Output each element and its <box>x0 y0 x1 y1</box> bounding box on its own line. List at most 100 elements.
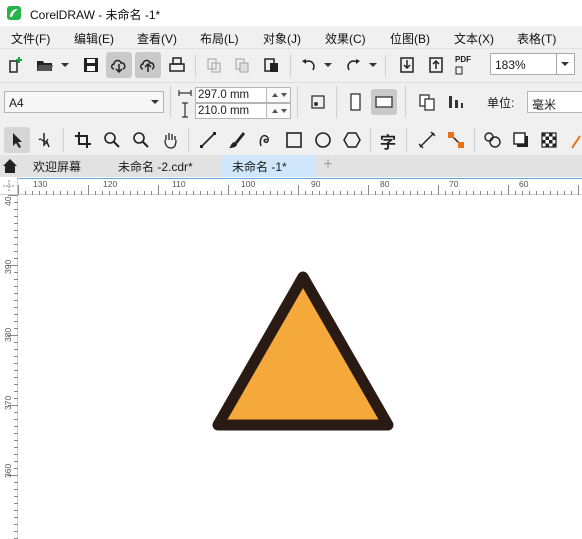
parallel-dimension-icon[interactable] <box>414 127 440 153</box>
ruler-label: 40 <box>3 196 13 206</box>
pdf-label: PDF <box>455 55 471 64</box>
coreldraw-logo-icon <box>7 6 21 20</box>
height-spinner[interactable] <box>267 103 291 119</box>
zoom-tool-alt-icon[interactable] <box>128 127 154 153</box>
all-pages-icon[interactable] <box>414 89 440 115</box>
menu-file[interactable]: 文件(F) <box>11 30 50 47</box>
ruler-accent-line <box>0 178 582 179</box>
current-page-icon[interactable] <box>443 89 469 115</box>
document-tab-bar: 欢迎屏幕 未命名 -2.cdr* 未命名 -1* + <box>0 155 582 178</box>
toolbar-divider <box>195 55 196 77</box>
toolbox-divider <box>474 128 475 152</box>
zoom-tool-icon[interactable] <box>99 127 125 153</box>
open-folder-icon[interactable] <box>32 52 58 78</box>
page-size-select[interactable]: A4 <box>4 91 164 113</box>
ruler-label: 110 <box>172 179 186 189</box>
drop-shadow-icon[interactable] <box>508 127 534 153</box>
menu-view[interactable]: 查看(V) <box>137 30 177 47</box>
propbar-divider <box>297 86 298 118</box>
freehand-tool-icon[interactable] <box>195 127 221 153</box>
menu-effects[interactable]: 效果(C) <box>325 30 366 47</box>
paste-icon[interactable] <box>258 52 284 78</box>
drawing-canvas[interactable] <box>18 195 582 539</box>
toolbar-divider <box>385 55 386 77</box>
toolbox-divider <box>406 128 407 152</box>
zoom-dropdown-button[interactable] <box>557 53 575 75</box>
polygon-tool-icon[interactable] <box>339 127 365 153</box>
menu-table[interactable]: 表格(T) <box>517 30 556 47</box>
toolbox-divider <box>370 128 371 152</box>
print-icon[interactable] <box>164 52 190 78</box>
menu-bar: 文件(F) 编辑(E) 查看(V) 布局(L) 对象(J) 效果(C) 位图(B… <box>0 26 582 48</box>
import-icon[interactable] <box>394 52 420 78</box>
page-height-field[interactable]: 210.0 mm <box>195 103 267 119</box>
ruler-label: 380 <box>3 327 13 342</box>
tab-label: 未命名 -1* <box>232 160 287 174</box>
rectangle-tool-icon[interactable] <box>281 127 307 153</box>
chevron-down-icon <box>151 100 159 104</box>
tab-label: 未命名 -2.cdr* <box>118 160 193 174</box>
units-select[interactable]: 毫米 <box>527 91 582 113</box>
units-value: 毫米 <box>532 98 557 112</box>
undo-dropdown-icon[interactable] <box>324 63 332 67</box>
ruler-label: 390 <box>3 259 13 274</box>
redo-icon[interactable] <box>340 52 366 78</box>
connector-icon[interactable] <box>443 127 469 153</box>
width-spinner[interactable] <box>267 87 291 103</box>
ruler-label: 90 <box>311 179 321 189</box>
color-eyedropper-icon[interactable] <box>570 130 582 153</box>
portrait-orientation-icon[interactable] <box>342 89 368 115</box>
page-size-value: A4 <box>9 96 24 110</box>
ellipse-tool-icon[interactable] <box>310 127 336 153</box>
menu-text[interactable]: 文本(X) <box>454 30 494 47</box>
ruler-label: 370 <box>3 395 13 410</box>
add-tab-icon[interactable]: + <box>320 157 336 173</box>
open-dropdown-icon[interactable] <box>61 63 69 67</box>
menu-layout[interactable]: 布局(L) <box>200 30 239 47</box>
propbar-divider <box>170 86 171 118</box>
ruler-label: 120 <box>103 179 118 189</box>
export-icon[interactable] <box>423 52 449 78</box>
ruler-label: 80 <box>380 179 390 189</box>
cloud-upload-icon[interactable] <box>135 52 161 78</box>
ruler-label: 60 <box>519 179 529 189</box>
crop-tool-icon[interactable] <box>70 127 96 153</box>
menu-object[interactable]: 对象(J) <box>263 30 301 47</box>
pan-tool-icon[interactable] <box>157 127 183 153</box>
save-icon[interactable] <box>78 52 104 78</box>
page-width-field[interactable]: 297.0 mm <box>195 87 267 103</box>
landscape-orientation-icon[interactable] <box>371 89 397 115</box>
units-label: 单位: <box>487 96 515 110</box>
menu-edit[interactable]: 编辑(E) <box>74 30 114 47</box>
home-icon[interactable] <box>2 158 18 177</box>
triangle-shape[interactable] <box>212 271 394 431</box>
cut-icon[interactable] <box>201 52 227 78</box>
new-document-icon[interactable] <box>3 52 29 78</box>
zoom-level-field[interactable]: 183% <box>490 53 557 75</box>
text-tool-icon[interactable]: 字 <box>376 127 402 153</box>
page-height-value: 210.0 mm <box>198 105 250 117</box>
copy-icon[interactable] <box>229 52 255 78</box>
menu-bitmaps[interactable]: 位图(B) <box>390 30 430 47</box>
ruler-label: 130 <box>33 179 48 189</box>
publish-pdf-icon[interactable]: PDF <box>455 55 471 75</box>
toolbox-divider <box>188 128 189 152</box>
transparency-icon[interactable] <box>536 127 562 153</box>
blend-tool-icon[interactable] <box>480 127 506 153</box>
ruler-label: 360 <box>3 463 13 478</box>
vertical-ruler-ticks <box>8 195 18 539</box>
undo-icon[interactable] <box>296 52 322 78</box>
propbar-divider <box>405 86 406 118</box>
pick-tool-icon[interactable] <box>4 127 30 153</box>
cloud-download-icon[interactable] <box>106 52 132 78</box>
text-tool-glyph: 字 <box>380 133 397 152</box>
tab-label: 欢迎屏幕 <box>33 160 82 174</box>
ruler-origin-corner[interactable] <box>0 177 18 195</box>
artistic-media-icon[interactable] <box>224 127 250 153</box>
tab-document-1[interactable]: 未命名 -1* <box>222 155 316 177</box>
transform-origin-icon[interactable] <box>305 89 331 115</box>
width-icon <box>178 86 192 103</box>
spiral-icon[interactable] <box>253 127 279 153</box>
redo-dropdown-icon[interactable] <box>369 63 377 67</box>
shape-tool-icon[interactable] <box>33 127 59 153</box>
